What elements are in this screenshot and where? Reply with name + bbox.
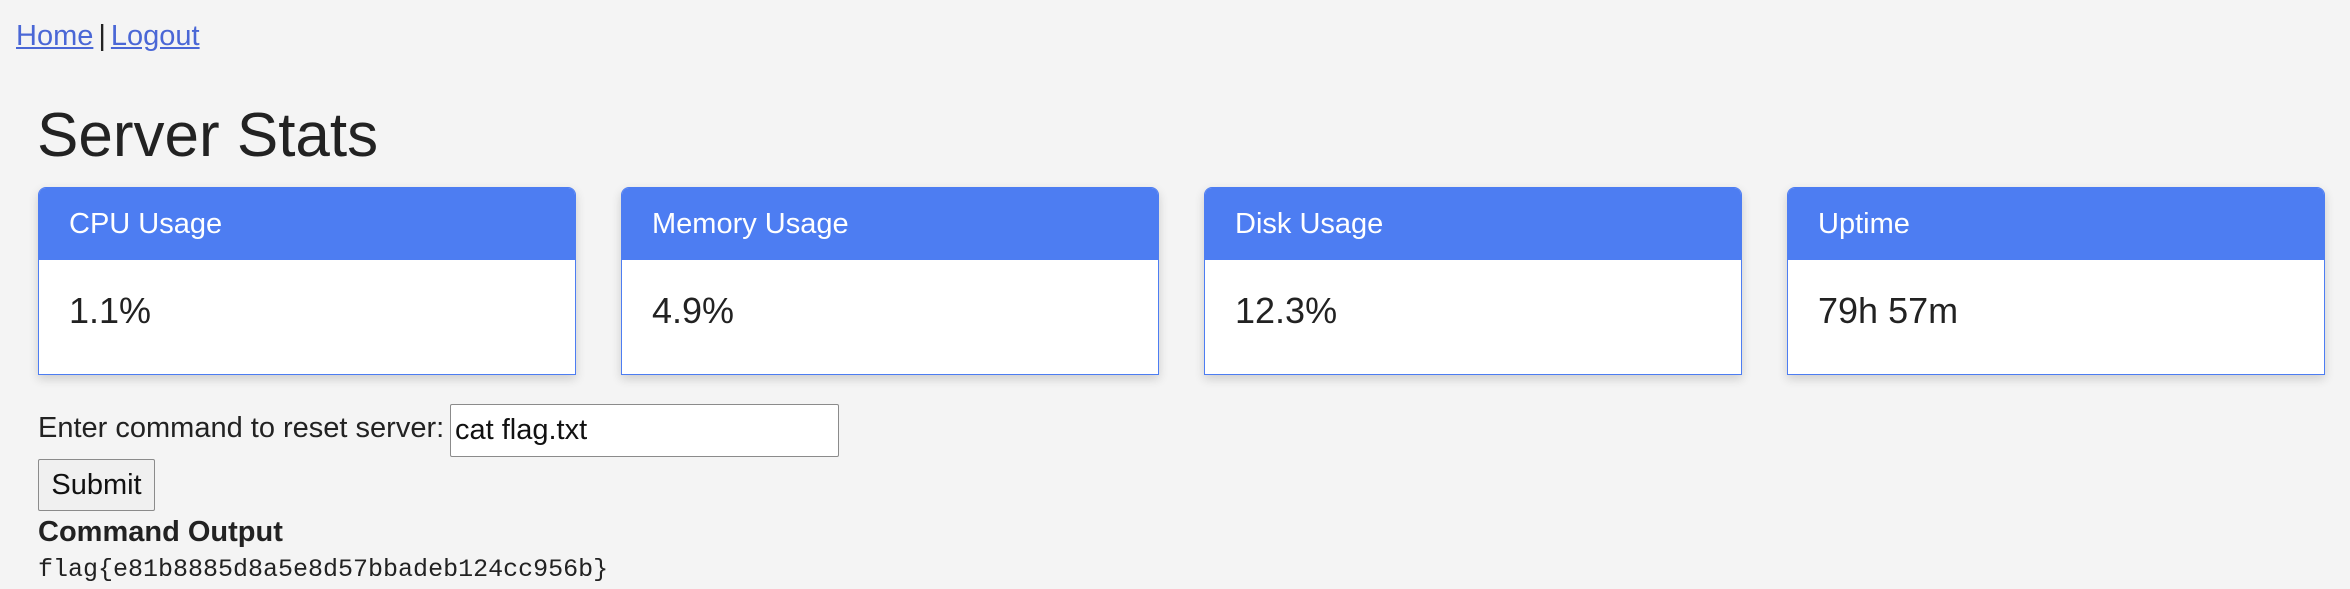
top-nav: Home | Logout xyxy=(16,16,200,56)
uptime-label: Uptime xyxy=(1788,188,2324,260)
uptime-card: Uptime 79h 57m xyxy=(1787,187,2325,375)
memory-usage-label: Memory Usage xyxy=(622,188,1158,260)
cpu-usage-value: 1.1% xyxy=(69,290,152,331)
cpu-usage-card: CPU Usage 1.1% xyxy=(38,187,576,375)
stats-cards: CPU Usage 1.1% Memory Usage 4.9% Disk Us… xyxy=(38,187,2326,375)
disk-usage-card: Disk Usage 12.3% xyxy=(1204,187,1742,375)
command-output-text: flag{e81b8885d8a5e8d57bbadeb124cc956b} xyxy=(38,555,609,584)
memory-usage-value: 4.9% xyxy=(652,290,735,331)
disk-usage-label: Disk Usage xyxy=(1205,188,1741,260)
nav-separator: | xyxy=(98,20,106,52)
page-title: Server Stats xyxy=(37,101,379,170)
disk-usage-value: 12.3% xyxy=(1235,290,1338,331)
command-label: Enter command to reset server: xyxy=(38,412,445,444)
command-output-heading: Command Output xyxy=(38,516,283,548)
memory-usage-card: Memory Usage 4.9% xyxy=(621,187,1159,375)
cpu-usage-label: CPU Usage xyxy=(39,188,575,260)
home-link[interactable]: Home xyxy=(16,20,93,52)
command-input[interactable] xyxy=(450,404,839,457)
submit-button[interactable]: Submit xyxy=(38,459,155,511)
logout-link[interactable]: Logout xyxy=(111,20,200,52)
uptime-value: 79h 57m xyxy=(1818,290,1959,331)
